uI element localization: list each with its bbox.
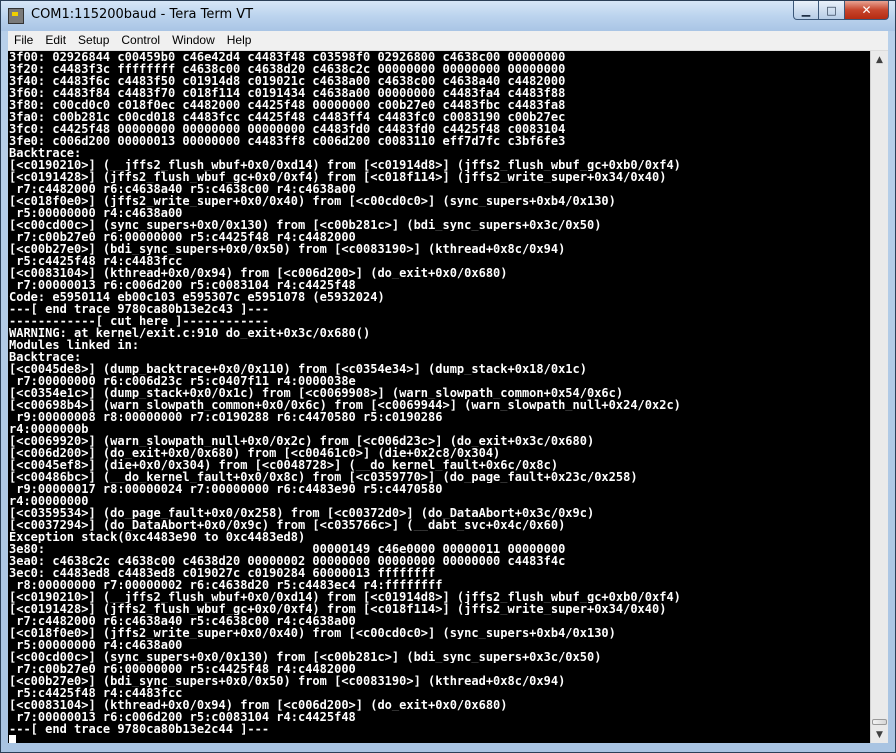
scrollbar-thumb[interactable]: [872, 719, 887, 725]
terminal-line: Backtrace:: [9, 351, 82, 363]
scroll-up-button[interactable]: ▲: [871, 51, 888, 68]
terminal-line: r7:00000013 r6:c006d200 r5:c0083104 r4:c…: [9, 279, 356, 291]
terminal-line: r8:00000000 r7:00000002 r6:c4638d20 r5:c…: [9, 579, 443, 591]
maximize-icon: □: [826, 3, 837, 17]
terminal-line: 3fa0: c00b281c c00cd018 c4483fcc c4425f4…: [9, 111, 566, 123]
terminal-line: Modules linked in:: [9, 339, 140, 351]
menu-control[interactable]: Control: [115, 31, 166, 50]
terminal-line: Backtrace:: [9, 147, 82, 159]
terminal-line: 3fe0: c006d200 00000013 00000000 c4483ff…: [9, 135, 566, 147]
terminal-line: [<c00b27e0>] (bdi_sync_supers+0x0/0x50) …: [9, 675, 566, 687]
menu-bar: File Edit Setup Control Window Help: [8, 31, 888, 51]
terminal-line: r5:c4425f48 r4:c4483fcc: [9, 687, 183, 699]
terminal-line: [<c0191428>] (jffs2_flush_wbuf_gc+0x0/0x…: [9, 603, 667, 615]
menu-file[interactable]: File: [8, 31, 39, 50]
terminal-line: 3f80: c00cd0c0 c018f0ec c4482000 c4425f4…: [9, 99, 566, 111]
menu-setup[interactable]: Setup: [72, 31, 115, 50]
terminal-line: r7:c4482000 r6:c4638a40 r5:c4638c00 r4:c…: [9, 615, 356, 627]
terminal-line: r5:c4425f48 r4:c4483fcc: [9, 255, 183, 267]
maximize-button[interactable]: □: [819, 1, 845, 20]
minimize-button[interactable]: ▁: [793, 1, 819, 20]
caption-buttons: ▁ □ ✕: [793, 1, 889, 21]
terminal-line: WARNING: at kernel/exit.c:910 do_exit+0x…: [9, 327, 371, 339]
terminal-line: Exception stack(0xc4483e90 to 0xc4483ed8…: [9, 531, 306, 543]
terminal-line: ---[ end trace 9780ca80b13e2c43 ]---: [9, 303, 270, 315]
scroll-down-icon: ▼: [876, 729, 883, 740]
terminal-line: [<c00698b4>] (warn_slowpath_common+0x0/0…: [9, 399, 681, 411]
terminal-line: [<c006d200>] (do_exit+0x0/0x680) from [<…: [9, 447, 501, 459]
terminal-prompt-line: [9, 735, 870, 743]
terminal-line: [<c0190210>] (__jffs2_flush_wbuf+0x0/0xd…: [9, 591, 681, 603]
terminal-line: 3f40: c4483f6c c4483f50 c01914d8 c019021…: [9, 75, 566, 87]
terminal-line: [<c00cd00c>] (sync_supers+0x0/0x130) fro…: [9, 651, 602, 663]
terminal-line: [<c0045ef8>] (die+0x0/0x304) from [<c004…: [9, 459, 559, 471]
menu-window[interactable]: Window: [166, 31, 221, 50]
terminal-line: [<c0037294>] (do_DataAbort+0x0/0x9c) fro…: [9, 519, 566, 531]
close-button[interactable]: ✕: [845, 1, 889, 20]
terminal-line: r5:00000000 r4:c4638a00: [9, 639, 183, 651]
scroll-up-icon: ▲: [876, 54, 883, 65]
terminal-line: [<c0083104>] (kthread+0x0/0x94) from [<c…: [9, 267, 508, 279]
terminal-line: 3fc0: c4425f48 00000000 00000000 0000000…: [9, 123, 566, 135]
terminal-line: r7:c4482000 r6:c4638a40 r5:c4638c00 r4:c…: [9, 183, 356, 195]
tera-term-window: COM1:115200baud - Tera Term VT ▁ □ ✕ Fil…: [0, 0, 896, 753]
terminal-line: r7:c00b27e0 r6:00000000 r5:c4425f48 r4:c…: [9, 231, 356, 243]
menu-help[interactable]: Help: [221, 31, 258, 50]
terminal-line: ------------[ cut here ]------------: [9, 315, 270, 327]
terminal-line: [<c00486bc>] (__do_kernel_fault+0x0/0x8c…: [9, 471, 638, 483]
terminal-line: [<c0045de8>] (dump_backtrace+0x0/0x110) …: [9, 363, 587, 375]
terminal-line: r4:00000000: [9, 495, 89, 507]
terminal-line: [<c018f0e0>] (jffs2_write_super+0x0/0x40…: [9, 627, 616, 639]
terminal-line: r9:00000008 r8:00000000 r7:c0190288 r6:c…: [9, 411, 443, 423]
terminal-cursor: [9, 735, 16, 743]
close-icon: ✕: [861, 3, 872, 17]
menu-edit[interactable]: Edit: [39, 31, 72, 50]
terminal-line: 3ec0: c4483ed8 c4483ed8 c019027c c019028…: [9, 567, 436, 579]
terminal-line: [<c018f0e0>] (jffs2_write_super+0x0/0x40…: [9, 195, 616, 207]
vertical-scrollbar[interactable]: ▲ ▼: [870, 51, 888, 743]
terminal-line: 3f60: c4483f84 c4483f70 c018f114 c019143…: [9, 87, 566, 99]
terminal-line: r7:c00b27e0 r6:00000000 r5:c4425f48 r4:c…: [9, 663, 356, 675]
terminal-line: [<c0190210>] (__jffs2_flush_wbuf+0x0/0xd…: [9, 159, 681, 171]
terminal-line: r7:00000013 r6:c006d200 r5:c0083104 r4:c…: [9, 711, 356, 723]
minimize-icon: ▁: [801, 3, 811, 17]
terminal-line: [<c0191428>] (jffs2_flush_wbuf_gc+0x0/0x…: [9, 171, 667, 183]
terminal-line: [<c00cd00c>] (sync_supers+0x0/0x130) fro…: [9, 219, 602, 231]
terminal-line: [<c0354e1c>] (dump_stack+0x0/0x1c) from …: [9, 387, 624, 399]
window-title: COM1:115200baud - Tera Term VT: [31, 7, 254, 22]
terminal-line: Code: e5950114 eb00c103 e595307c e595107…: [9, 291, 385, 303]
tera-term-app-icon[interactable]: [8, 8, 24, 24]
terminal-line: 3ea0: c4638c2c c4638c00 c4638d20 0000000…: [9, 555, 566, 567]
terminal-screen[interactable]: 3f00: 02926844 c00459b0 c46e42d4 c4483f4…: [8, 51, 870, 743]
terminal-line: 3e80: 00000149 c46e0000 00000011 0000000…: [9, 543, 566, 555]
terminal-line: [<c0359534>] (do_page_fault+0x0/0x258) f…: [9, 507, 595, 519]
terminal-line: [<c00b27e0>] (bdi_sync_supers+0x0/0x50) …: [9, 243, 566, 255]
terminal-line: ---[ end trace 9780ca80b13e2c44 ]---: [9, 723, 270, 735]
terminal-line: r9:00000017 r8:00000024 r7:00000000 r6:c…: [9, 483, 443, 495]
terminal-line: r7:00000000 r6:c006d23c r5:c0407f11 r4:0…: [9, 375, 356, 387]
scroll-down-button[interactable]: ▼: [871, 726, 888, 743]
terminal-line: [<c0083104>] (kthread+0x0/0x94) from [<c…: [9, 699, 508, 711]
terminal-line: 3f00: 02926844 c00459b0 c46e42d4 c4483f4…: [9, 51, 566, 63]
terminal-line: r5:00000000 r4:c4638a00: [9, 207, 183, 219]
terminal-line: r4:0000000b: [9, 423, 89, 435]
title-bar[interactable]: COM1:115200baud - Tera Term VT ▁ □ ✕: [1, 1, 895, 31]
terminal-line: 3f20: c4483f3c ffffffff c4638c00 c4638d2…: [9, 63, 566, 75]
terminal-line: [<c0069920>] (warn_slowpath_null+0x0/0x2…: [9, 435, 595, 447]
terminal-output: 3f00: 02926844 c00459b0 c46e42d4 c4483f4…: [8, 51, 870, 743]
